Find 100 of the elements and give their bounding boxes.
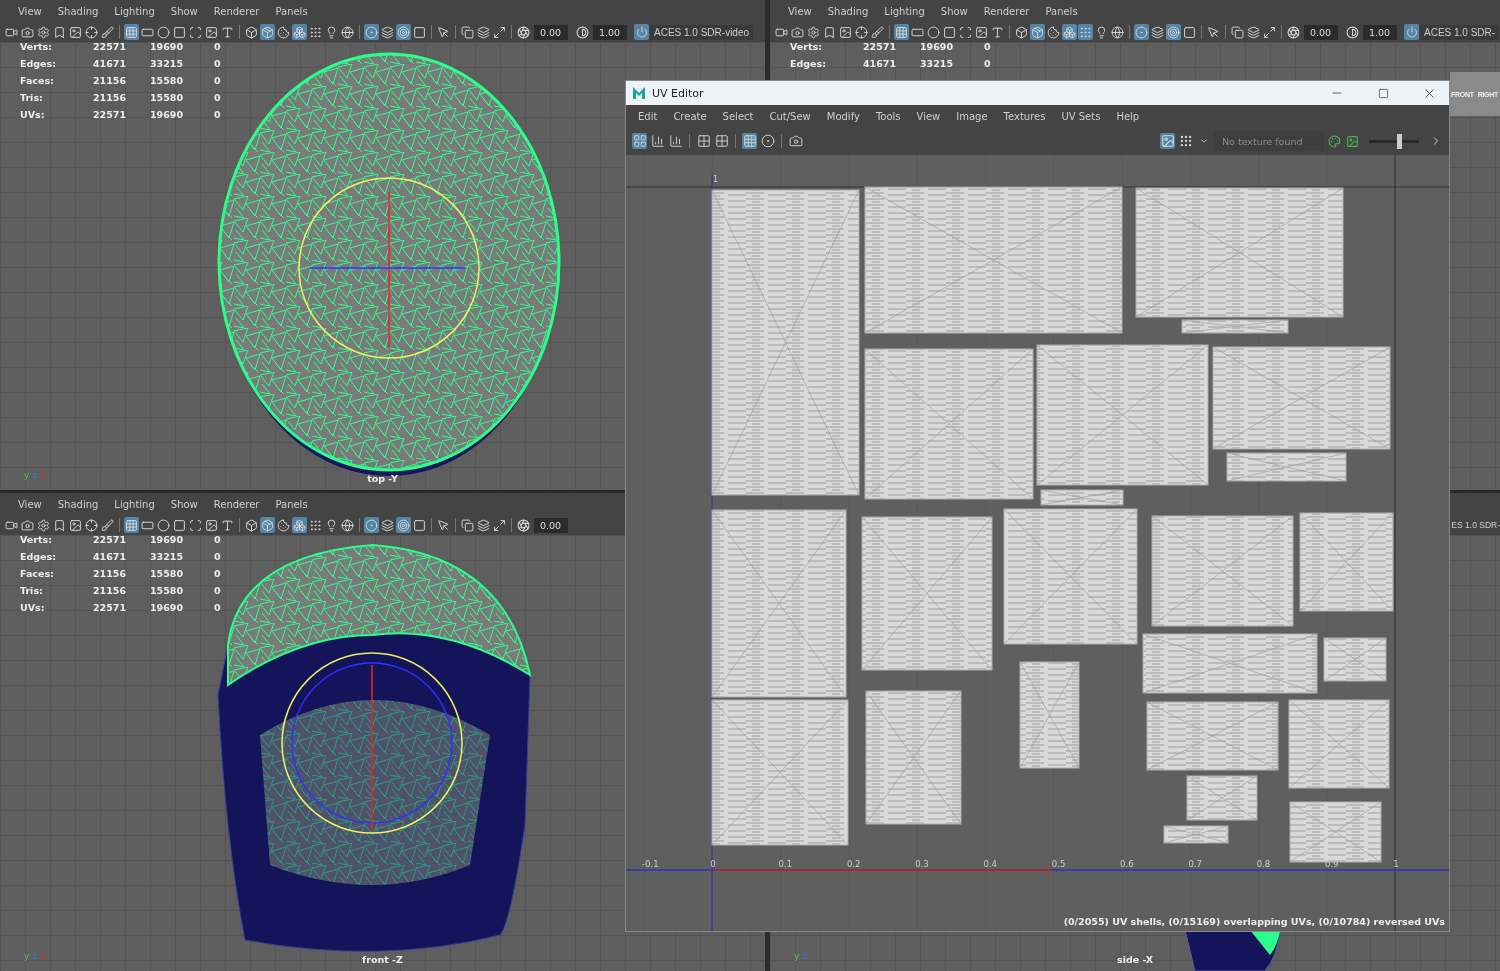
resize-icon[interactable] [1262,24,1277,40]
menu-item[interactable]: View [10,5,50,17]
wireframe-cube-icon[interactable] [1014,24,1029,40]
aperture-icon[interactable] [516,517,531,533]
texture-field[interactable]: No texture found [1214,131,1324,151]
bars-icon[interactable] [668,133,683,149]
image-icon[interactable] [838,24,853,40]
menu-item[interactable]: Shading [819,5,877,17]
layers-icon[interactable] [476,517,491,533]
menu-item[interactable]: Shading [49,5,107,17]
number-field[interactable]: 1.00 [593,24,627,40]
menu-item[interactable]: Shading [49,498,107,510]
menu-item[interactable]: Lighting [876,5,933,17]
gear-icon[interactable] [806,24,821,40]
circle-icon[interactable] [156,517,171,533]
bars-icon[interactable] [650,133,665,149]
menu-item[interactable]: Show [932,5,976,17]
frame-icon[interactable] [188,517,203,533]
image-icon[interactable] [1160,133,1175,149]
cubes-icon[interactable] [292,24,307,40]
contrast-icon[interactable] [1345,24,1360,40]
brush-icon[interactable] [870,24,885,40]
grid-icon[interactable] [714,133,729,149]
color-space-dropdown[interactable]: ACES 1.0 SDR-video [650,24,754,40]
pointer-icon[interactable] [1206,24,1221,40]
menu-item[interactable]: UV Sets [1053,110,1109,122]
circle-icon[interactable] [156,24,171,40]
pointer-icon[interactable] [436,517,451,533]
grid-icon[interactable] [124,24,139,40]
bookmark-icon[interactable] [52,24,67,40]
gear-icon[interactable] [36,517,51,533]
square-icon[interactable] [1182,24,1197,40]
menu-item[interactable]: Lighting [106,498,163,510]
target-icon[interactable] [396,517,411,533]
number-field[interactable]: 0.00 [534,24,568,40]
pointer-icon[interactable] [436,24,451,40]
brush-icon[interactable] [100,517,115,533]
layers-icon[interactable] [1246,24,1261,40]
cubes-icon[interactable] [292,517,307,533]
frame-icon[interactable] [188,24,203,40]
menu-item[interactable]: Image [948,110,996,122]
bookmark-icon[interactable] [822,24,837,40]
slider-thumb[interactable] [1397,133,1402,149]
number-field[interactable]: 0.00 [534,517,568,533]
uv-canvas[interactable]: 1 -0.1 0 0.1 0.2 0.3 0.4 0.5 0.6 0.7 0.8 0.9 1 (0/2055) UV shells, (0/15169) overlapping UVs, (0/10784) reversed UVs [626,155,1449,931]
cube-icon[interactable] [1030,24,1045,40]
grid-icon[interactable] [894,24,909,40]
contrast-icon[interactable] [575,24,590,40]
menu-item[interactable]: Create [665,110,715,122]
menu-item[interactable]: Panels [267,5,316,17]
frame-icon[interactable] [958,24,973,40]
menu-item[interactable]: Panels [267,498,316,510]
square-icon[interactable] [942,24,957,40]
checker-icon[interactable] [1178,133,1193,149]
target-icon[interactable] [396,24,411,40]
square-icon[interactable] [172,24,187,40]
cubes-icon[interactable] [1062,24,1077,40]
cube-icon[interactable] [260,517,275,533]
image-icon[interactable] [204,24,219,40]
menu-item[interactable]: Renderer [975,5,1038,17]
grid-icon[interactable] [696,133,711,149]
layers-icon[interactable] [476,24,491,40]
resize-icon[interactable] [492,517,507,533]
gear-icon[interactable] [36,24,51,40]
crosshair-icon[interactable] [84,24,99,40]
brush-icon[interactable] [100,24,115,40]
layers-icon[interactable] [380,24,395,40]
wireframe-cube-icon[interactable] [244,517,259,533]
wireframe-cube-icon[interactable] [244,24,259,40]
square-icon[interactable] [412,24,427,40]
aperture-icon[interactable] [1286,24,1301,40]
menu-item[interactable]: Renderer [205,5,268,17]
menu-item[interactable]: View [908,110,949,122]
camera-icon[interactable] [788,133,803,149]
image-icon[interactable] [68,24,83,40]
crosshair-icon[interactable] [84,517,99,533]
image-icon[interactable] [204,517,219,533]
copy-icon[interactable] [460,24,475,40]
number-field[interactable]: 1.00 [1363,24,1397,40]
menu-item[interactable]: Tools [867,110,909,122]
bookmark-icon[interactable] [52,517,67,533]
circle-icon[interactable] [926,24,941,40]
grid-icon[interactable] [124,517,139,533]
image-icon[interactable] [68,517,83,533]
square-icon[interactable] [172,517,187,533]
menu-item[interactable]: Edit [630,110,666,122]
checker-icon[interactable] [1078,24,1093,40]
cube-icon[interactable] [260,24,275,40]
layers-icon[interactable] [380,517,395,533]
menu-item[interactable]: Panels [1037,5,1086,17]
menu-item[interactable]: Select [714,110,762,122]
circle-icon[interactable] [760,133,775,149]
copy-icon[interactable] [1230,24,1245,40]
copy-icon[interactable] [460,517,475,533]
number-field[interactable]: 0.00 [1304,24,1338,40]
color-space-dropdown[interactable]: ACES 1.0 SDR- [1420,24,1500,40]
aperture-icon[interactable] [516,24,531,40]
image-icon[interactable] [1345,133,1360,149]
square-icon[interactable] [412,517,427,533]
menu-item[interactable]: Show [162,498,206,510]
